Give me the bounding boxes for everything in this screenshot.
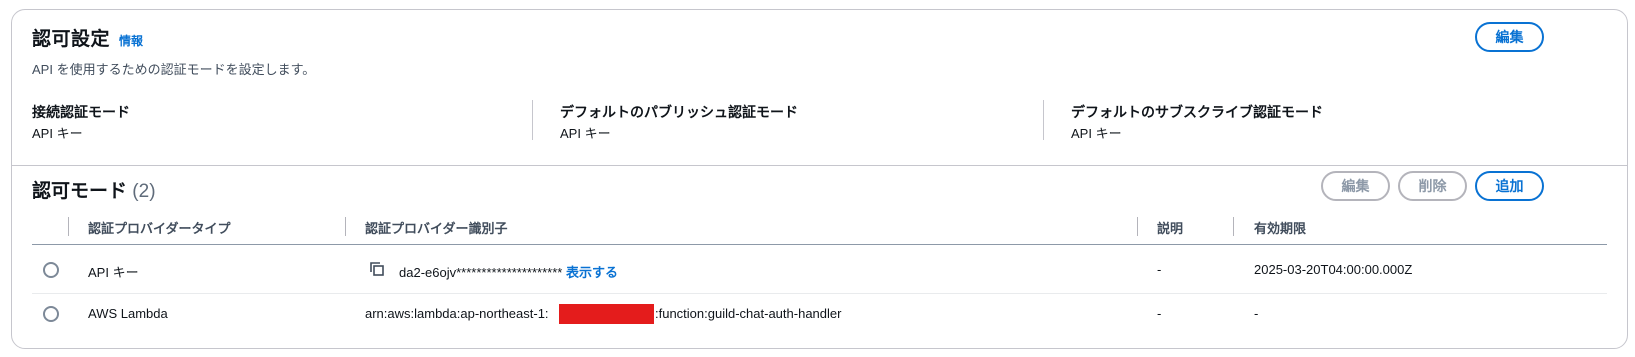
row-separator — [32, 293, 1607, 294]
row-description: - — [1157, 262, 1162, 277]
column-header-provider-identifier[interactable]: 認証プロバイダー識別子 — [365, 218, 507, 237]
column-divider — [1043, 100, 1044, 140]
section-divider — [12, 165, 1627, 166]
column-header-divider — [1137, 217, 1138, 236]
auth-modes-title: 認可モード (2) — [32, 176, 156, 203]
info-link[interactable]: 情報 — [119, 32, 143, 49]
row-provider-identifier-suffix: :function:guild-chat-auth-handler — [655, 306, 842, 321]
connection-auth-mode-value: API キー — [32, 126, 83, 141]
edit-mode-button[interactable]: 編集 — [1321, 171, 1390, 201]
column-header-divider — [1233, 217, 1234, 236]
default-publish-auth-mode-value: API キー — [560, 126, 611, 141]
row-provider-identifier-prefix: arn:aws:lambda:ap-northeast-1: — [365, 306, 549, 321]
column-header-provider-type[interactable]: 認証プロバイダータイプ — [88, 218, 230, 237]
row-provider-identifier: da2-e6ojv********************* 表示する — [399, 262, 618, 281]
redaction-box — [559, 304, 654, 324]
connection-auth-mode-label: 接続認証モード — [32, 104, 130, 120]
row-select-radio[interactable] — [43, 262, 59, 278]
row-description: - — [1157, 306, 1162, 321]
column-header-description[interactable]: 説明 — [1157, 218, 1183, 237]
row-select-radio[interactable] — [43, 306, 59, 322]
default-subscribe-auth-mode-value: API キー — [1071, 126, 1122, 141]
table-header-line — [32, 244, 1607, 245]
add-mode-button[interactable]: 追加 — [1475, 171, 1544, 201]
column-divider — [532, 100, 533, 140]
edit-settings-button[interactable]: 編集 — [1475, 22, 1544, 52]
row-expiry: 2025-03-20T04:00:00.000Z — [1254, 262, 1413, 277]
row-expiry: - — [1254, 306, 1259, 321]
delete-mode-button[interactable]: 削除 — [1398, 171, 1467, 201]
auth-modes-count: (2) — [132, 181, 156, 202]
api-key-masked: da2-e6ojv********************* — [399, 265, 563, 280]
authorization-settings-panel: 認可設定 情報 API を使用するための認証モードを設定します。 編集 接続認証… — [11, 9, 1628, 349]
column-header-divider — [68, 217, 69, 236]
section-title: 認可設定 — [32, 29, 111, 50]
row-provider-type: AWS Lambda — [88, 306, 168, 321]
auth-modes-title-text: 認可モード — [32, 181, 128, 202]
section-description: API を使用するための認証モードを設定します。 — [32, 62, 316, 77]
show-key-link[interactable]: 表示する — [566, 265, 618, 280]
column-header-divider — [345, 217, 346, 236]
default-subscribe-auth-mode-label: デフォルトのサブスクライブ認証モード — [1071, 104, 1323, 120]
default-publish-auth-mode-label: デフォルトのパブリッシュ認証モード — [560, 104, 798, 120]
copy-icon[interactable] — [369, 261, 385, 277]
column-header-expiry[interactable]: 有効期限 — [1254, 218, 1306, 237]
row-provider-type: API キー — [88, 265, 139, 280]
